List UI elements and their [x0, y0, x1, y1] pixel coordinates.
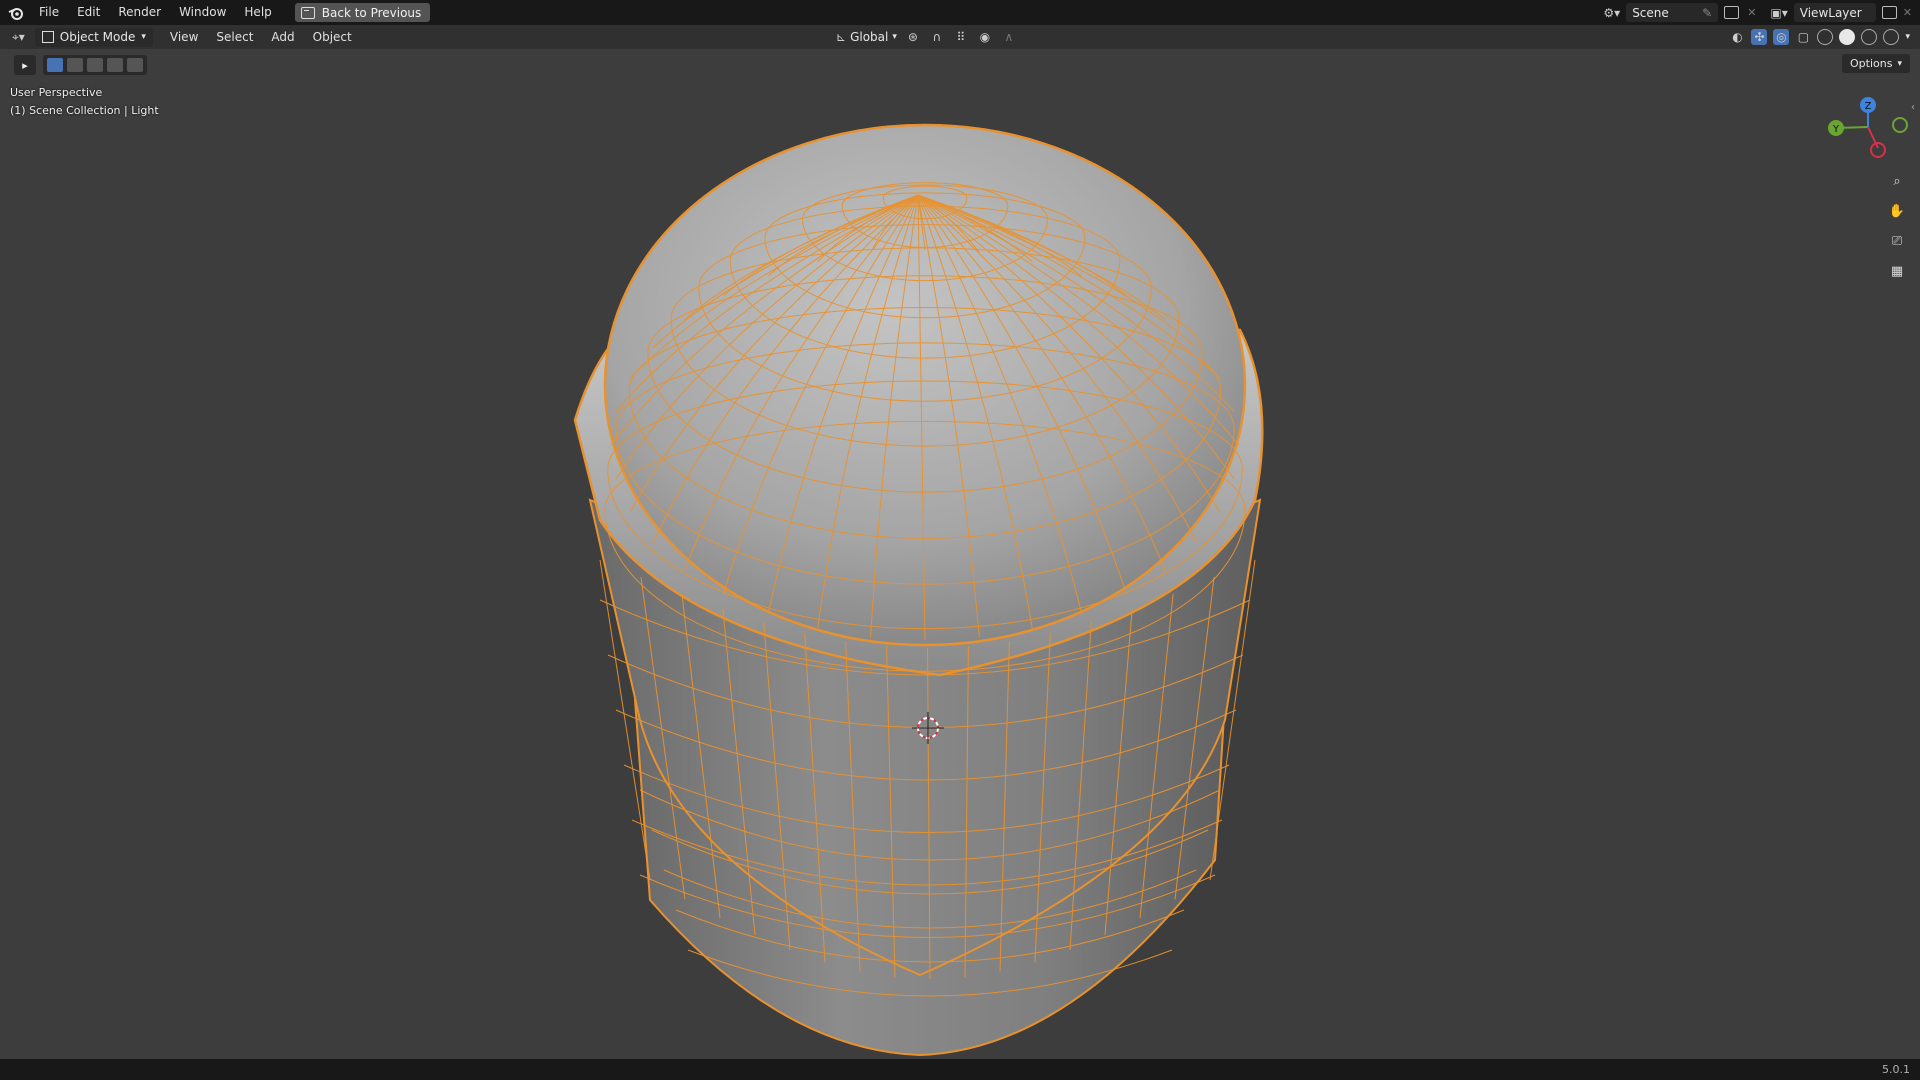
z-axis-label: Z: [1865, 101, 1872, 112]
view-layer-name: ViewLayer: [1799, 5, 1862, 20]
material-shading-icon[interactable]: [1861, 29, 1878, 45]
back-to-previous-label: Back to Previous: [321, 5, 422, 20]
object-mode-icon: [41, 31, 54, 43]
pan-hand-icon[interactable]: ✋: [1884, 198, 1910, 224]
menu-window[interactable]: Window: [170, 0, 235, 25]
camera-view-icon[interactable]: ⎚: [1884, 228, 1910, 254]
menu-select[interactable]: Select: [207, 25, 262, 49]
status-bar: 5.0.1: [0, 1059, 1920, 1080]
viewport-display-tools: ◐ ✣ ◎ ▢ ▾: [1729, 25, 1910, 49]
viewport-header: ⌖▾ Object Mode ▾ View Select Add Object …: [0, 25, 1920, 49]
scene-name: Scene: [1632, 5, 1669, 20]
top-right-controls: ⚙▾ Scene ✎ ✕ ▣▾ ViewLayer ✕: [1603, 0, 1920, 25]
overlays-icon[interactable]: ◎: [1773, 29, 1790, 45]
zoom-icon[interactable]: ⌕: [1884, 168, 1910, 194]
select-cursor-icon: ▸: [22, 58, 28, 72]
back-to-previous-button[interactable]: Back to Previous: [294, 3, 431, 22]
orthographic-grid-icon[interactable]: ▦: [1884, 258, 1910, 284]
chevron-down-icon: ▾: [141, 32, 146, 42]
delete-view-layer-icon[interactable]: ✕: [1903, 6, 1912, 19]
perspective-label: User Perspective: [10, 86, 103, 99]
neg-y-axis-icon[interactable]: [1892, 117, 1908, 133]
y-axis-label: Y: [1832, 124, 1840, 135]
view-layer-field[interactable]: ViewLayer: [1793, 3, 1876, 22]
scene-field[interactable]: Scene ✎: [1626, 3, 1719, 22]
menu-edit[interactable]: Edit: [68, 0, 109, 25]
selection-mode-group: [43, 55, 147, 75]
chevron-down-icon: ▾: [1897, 58, 1902, 69]
snap-magnet-icon[interactable]: ∩: [929, 29, 945, 45]
navigation-gizmo[interactable]: Z Y: [1820, 92, 1920, 172]
new-scene-icon[interactable]: [1724, 6, 1740, 19]
wireframe-shading-icon[interactable]: [1817, 29, 1834, 45]
transform-tools: ⊾ Global ▾ ⊛ ∩ ⠿ ◉ ∧: [836, 25, 1017, 49]
snap-target-icon[interactable]: ⠿: [953, 29, 969, 45]
menu-file[interactable]: File: [30, 0, 68, 25]
mode-label: Object Mode: [59, 30, 136, 44]
menu-object[interactable]: Object: [304, 25, 361, 49]
view-layer-selector-icon[interactable]: ▣▾: [1770, 6, 1787, 20]
select-subtract-icon[interactable]: [87, 58, 103, 72]
transform-orientation-dropdown[interactable]: ⊾ Global ▾: [836, 30, 897, 44]
falloff-curve-icon[interactable]: ∧: [1001, 29, 1017, 45]
orientation-label: Global: [850, 30, 889, 44]
version-label: 5.0.1: [1882, 1063, 1910, 1076]
xray-toggle-icon[interactable]: ▢: [1795, 29, 1811, 45]
rendered-shading-icon[interactable]: [1883, 29, 1900, 45]
neg-x-axis-icon[interactable]: [1870, 142, 1886, 158]
select-extend-icon[interactable]: [67, 58, 83, 72]
shading-options-chevron-icon[interactable]: ▾: [1905, 32, 1910, 42]
top-bar: File Edit Render Window Help Back to Pre…: [0, 0, 1920, 25]
mode-selector[interactable]: Object Mode ▾: [34, 27, 153, 47]
tool-settings-row: ▸ Options ▾: [0, 49, 1920, 77]
menu-view[interactable]: View: [161, 25, 207, 49]
proportional-edit-icon[interactable]: ◉: [977, 29, 993, 45]
collection-label: (1) Scene Collection | Light: [10, 104, 159, 117]
select-intersect-icon[interactable]: [127, 58, 143, 72]
orientation-axes-icon: ⊾: [836, 30, 847, 44]
editor-type-icon[interactable]: ⌖▾: [12, 30, 25, 45]
gizmo-toggle-icon[interactable]: ✣: [1751, 29, 1768, 45]
pin-icon[interactable]: ✎: [1702, 6, 1712, 20]
chevron-down-icon: ▾: [892, 32, 897, 42]
menu-help[interactable]: Help: [235, 0, 280, 25]
pivot-point-icon[interactable]: ⊛: [905, 29, 921, 45]
screen-back-icon: [300, 6, 315, 19]
active-tool-box[interactable]: ▸: [14, 55, 36, 75]
select-invert-icon[interactable]: [107, 58, 123, 72]
solid-shading-icon[interactable]: [1839, 29, 1856, 45]
menu-add[interactable]: Add: [262, 25, 303, 49]
select-new-icon[interactable]: [47, 58, 63, 72]
options-dropdown[interactable]: Options ▾: [1842, 54, 1910, 73]
new-view-layer-icon[interactable]: [1881, 6, 1897, 19]
menu-render[interactable]: Render: [109, 0, 170, 25]
delete-scene-icon[interactable]: ✕: [1747, 6, 1756, 19]
sidebar-toggle-icon[interactable]: ‹: [1911, 102, 1915, 113]
scene-selector-icon[interactable]: ⚙▾: [1603, 6, 1620, 20]
viewport-canvas[interactable]: [0, 77, 1920, 1059]
visibility-eye-icon[interactable]: ◐: [1729, 29, 1745, 45]
blender-logo-icon[interactable]: [8, 5, 24, 21]
options-label: Options: [1850, 57, 1893, 70]
